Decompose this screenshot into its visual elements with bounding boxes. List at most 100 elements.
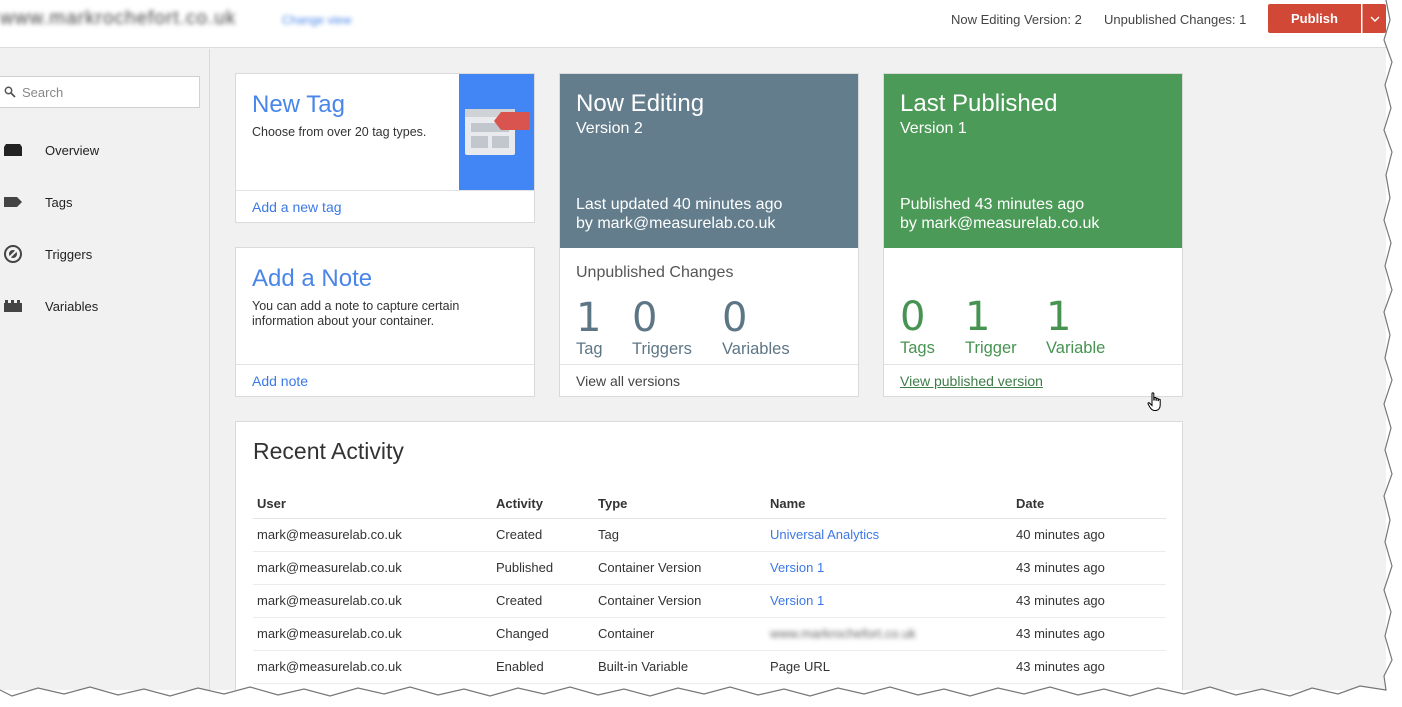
unpublished-triggers-stat[interactable]: 0 Triggers xyxy=(632,296,692,359)
add-new-tag-link[interactable]: Add a new tag xyxy=(252,199,342,215)
table-row: mark@measurelab.co.uk Published Containe… xyxy=(253,551,1166,585)
table-row: mark@measurelab.co.uk Created Tag Univer… xyxy=(253,518,1166,552)
stat-value: 0 xyxy=(900,294,925,340)
unpublished-tags-stat[interactable]: 1 Tag xyxy=(576,296,603,359)
tag-icon xyxy=(2,193,24,211)
column-header-date[interactable]: Date xyxy=(1012,489,1166,519)
cell-date: 43 minutes ago xyxy=(1012,617,1166,651)
cell-type: Built-in Variable xyxy=(594,650,766,684)
last-published-footer: View published version xyxy=(884,364,1182,396)
cell-name-link[interactable]: Version 1 xyxy=(766,551,1012,585)
top-bar: www.markrochefort.co.uk Change view Now … xyxy=(0,0,1386,48)
add-note-footer: Add note xyxy=(236,364,534,396)
stat-label: Variable xyxy=(1046,339,1106,357)
published-tags-stat[interactable]: 0 Tags xyxy=(900,295,935,358)
cell-activity: Created xyxy=(492,518,594,552)
cell-activity: Published xyxy=(492,551,594,585)
publish-button[interactable]: Publish xyxy=(1268,4,1361,33)
now-editing-header: Now Editing Version 2 Last updated 40 mi… xyxy=(560,74,858,248)
search-icon xyxy=(4,86,16,98)
published-triggers-stat[interactable]: 1 Trigger xyxy=(965,295,1017,358)
sidebar: Overview Tags Triggers Variables xyxy=(0,49,210,690)
cell-user: mark@measurelab.co.uk xyxy=(253,617,492,651)
column-header-type[interactable]: Type xyxy=(594,489,766,519)
recent-activity-title: Recent Activity xyxy=(253,438,404,464)
cell-type: Container xyxy=(594,617,766,651)
now-editing-title: Now Editing xyxy=(576,90,705,117)
change-container-link[interactable]: Change view xyxy=(282,13,351,27)
table-row: mark@measurelab.co.uk Enabled Built-in V… xyxy=(253,650,1166,684)
search-box[interactable] xyxy=(0,76,200,108)
cell-name-link[interactable]: Universal Analytics xyxy=(766,518,1012,552)
add-note-description: You can add a note to capture certain in… xyxy=(252,299,460,328)
cell-user: mark@measurelab.co.uk xyxy=(253,518,492,552)
container-name[interactable]: www.markrochefort.co.uk xyxy=(0,8,236,30)
cell-user: mark@measurelab.co.uk xyxy=(253,551,492,585)
sidebar-item-label: Variables xyxy=(45,298,99,314)
unpublished-changes-status[interactable]: Unpublished Changes: 1 xyxy=(1104,12,1246,27)
hand-cursor-icon xyxy=(1147,392,1161,411)
sidebar-item-tags[interactable]: Tags xyxy=(0,182,210,222)
search-input[interactable] xyxy=(22,84,182,100)
last-published-header: Last Published Version 1 Published 43 mi… xyxy=(884,74,1182,248)
cell-user: mark@measurelab.co.uk xyxy=(253,584,492,618)
tag-illustration xyxy=(459,74,534,190)
cell-type: Container Version xyxy=(594,584,766,618)
stat-value: 1 xyxy=(576,295,601,341)
last-published-version: Version 1 xyxy=(900,120,967,137)
now-editing-version: Version 2 xyxy=(576,120,643,137)
stat-label: Triggers xyxy=(632,340,692,358)
last-published-card: Last Published Version 1 Published 43 mi… xyxy=(883,73,1183,397)
new-tag-card: New Tag Choose from over 20 tag types. A… xyxy=(235,73,535,223)
view-all-versions-link[interactable]: View all versions xyxy=(576,373,680,389)
sidebar-item-overview[interactable]: Overview xyxy=(0,130,210,170)
screenshot-frame: www.markrochefort.co.uk Change view Now … xyxy=(0,0,1386,690)
table-row: mark@measurelab.co.uk Created Container … xyxy=(253,584,1166,618)
cell-date: 43 minutes ago xyxy=(1012,551,1166,585)
overview-icon xyxy=(2,141,24,159)
now-editing-footer: View all versions xyxy=(560,364,858,396)
new-tag-title[interactable]: New Tag xyxy=(252,91,345,119)
cell-date: 40 minutes ago xyxy=(1012,518,1166,552)
stat-label: Trigger xyxy=(965,339,1017,357)
stat-value: 0 xyxy=(722,295,747,341)
stat-label: Variables xyxy=(722,340,790,358)
cell-activity: Changed xyxy=(492,617,594,651)
add-note-link[interactable]: Add note xyxy=(252,373,308,389)
now-editing-meta: Last updated 40 minutes ago by mark@meas… xyxy=(576,195,782,233)
new-tag-description: Choose from over 20 tag types. xyxy=(252,125,427,139)
table-header-row: User Activity Type Name Date xyxy=(253,489,1166,519)
cell-name-link[interactable]: Version 1 xyxy=(766,584,1012,618)
add-note-title[interactable]: Add a Note xyxy=(252,265,372,293)
unpublished-changes-label: Unpublished Changes xyxy=(576,264,734,281)
view-published-version-link[interactable]: View published version xyxy=(900,373,1043,389)
cell-date: 43 minutes ago xyxy=(1012,584,1166,618)
now-editing-version-status: Now Editing Version: 2 xyxy=(951,12,1082,27)
column-header-name[interactable]: Name xyxy=(766,489,1012,519)
cell-type: Tag xyxy=(594,518,766,552)
column-header-activity[interactable]: Activity xyxy=(492,489,594,519)
column-header-user[interactable]: User xyxy=(253,489,492,519)
chevron-down-icon xyxy=(1370,16,1379,22)
stat-value: 0 xyxy=(632,295,657,341)
sidebar-item-label: Tags xyxy=(45,194,73,210)
cell-type: Container Version xyxy=(594,551,766,585)
now-editing-card: Now Editing Version 2 Last updated 40 mi… xyxy=(559,73,859,397)
table-row: mark@measurelab.co.uk Changed Container … xyxy=(253,617,1166,651)
published-variables-stat[interactable]: 1 Variable xyxy=(1046,295,1105,358)
new-tag-footer: Add a new tag xyxy=(236,190,534,222)
new-tag-icon xyxy=(465,109,529,155)
activity-table: User Activity Type Name Date mark@measur… xyxy=(253,489,1166,684)
trigger-icon xyxy=(2,245,24,263)
cell-user: mark@measurelab.co.uk xyxy=(253,650,492,684)
sidebar-item-label: Overview xyxy=(45,142,100,158)
stat-label: Tag xyxy=(576,340,603,358)
unpublished-variables-stat[interactable]: 0 Variables xyxy=(722,296,790,359)
publish-options-button[interactable] xyxy=(1362,4,1386,33)
stat-value: 1 xyxy=(1046,294,1071,340)
last-published-title: Last Published xyxy=(900,90,1058,117)
blurred-container-name: www.markrochefort.co.uk xyxy=(770,626,916,641)
sidebar-item-triggers[interactable]: Triggers xyxy=(0,234,210,274)
sidebar-item-variables[interactable]: Variables xyxy=(0,286,210,326)
cell-activity: Enabled xyxy=(492,650,594,684)
